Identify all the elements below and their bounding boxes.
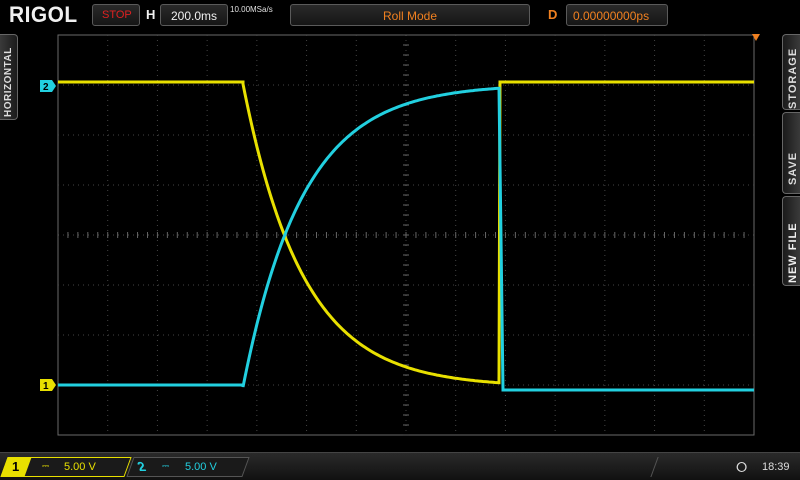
timebase-value: 200.0ms <box>171 9 218 23</box>
trigger-position-marker <box>752 34 760 41</box>
save-tab-label: SAVE <box>787 151 799 185</box>
channel-1-scale: 5.00 V <box>64 461 96 473</box>
delay-field[interactable]: 0.00000000ps <box>566 4 668 26</box>
acquisition-mode-field[interactable]: Roll Mode <box>290 4 530 26</box>
sample-rate: 10.00MSa/s <box>230 5 273 14</box>
storage-tab-label: STORAGE <box>787 47 799 109</box>
channel-2-number[interactable]: 2 <box>130 457 154 477</box>
delay-label: D <box>548 7 558 22</box>
horizontal-menu-tab[interactable]: HORIZONTAL <box>0 34 18 120</box>
save-menu-tab[interactable]: SAVE <box>782 112 800 194</box>
svg-text:1: 1 <box>43 381 49 392</box>
storage-menu-tab[interactable]: STORAGE <box>782 34 800 110</box>
timebase-field[interactable]: 200.0ms <box>160 4 228 26</box>
clock: 18:39 <box>762 461 790 473</box>
channel-markers: 21 <box>40 80 56 392</box>
graticule <box>57 34 755 436</box>
channel-2-scale: 5.00 V <box>185 461 217 473</box>
acquisition-mode: Roll Mode <box>382 9 438 23</box>
horizontal-label: H <box>146 7 156 22</box>
usb-icon: ⭘ <box>736 459 748 475</box>
horizontal-tab-label: HORIZONTAL <box>3 47 14 117</box>
new-file-menu-tab[interactable]: NEW FILE <box>782 196 800 286</box>
channel-1-level-marker[interactable]: 1 <box>40 379 56 392</box>
bottom-divider <box>650 457 698 477</box>
dc-coupling-icon: ⎓ <box>162 461 170 471</box>
bottom-status-bar: 1 ⎓ 5.00 V 2 ⎓ 5.00 V ⭘ 18:39 <box>0 452 800 480</box>
new-file-tab-label: NEW FILE <box>787 222 799 283</box>
brand-logo: RIGOL <box>9 2 78 27</box>
run-status: STOP <box>102 9 132 21</box>
top-status-bar: RIGOL STOP H 200.0ms 10.00MSa/s Roll Mod… <box>0 0 800 32</box>
channel-2-level-marker[interactable]: 2 <box>40 80 56 93</box>
waveform-display: 21 <box>40 34 760 436</box>
svg-text:2: 2 <box>43 82 49 93</box>
dc-coupling-icon: ⎓ <box>42 461 50 471</box>
run-stop-button[interactable]: STOP <box>92 4 140 26</box>
delay-value: 0.00000000ps <box>573 9 650 23</box>
